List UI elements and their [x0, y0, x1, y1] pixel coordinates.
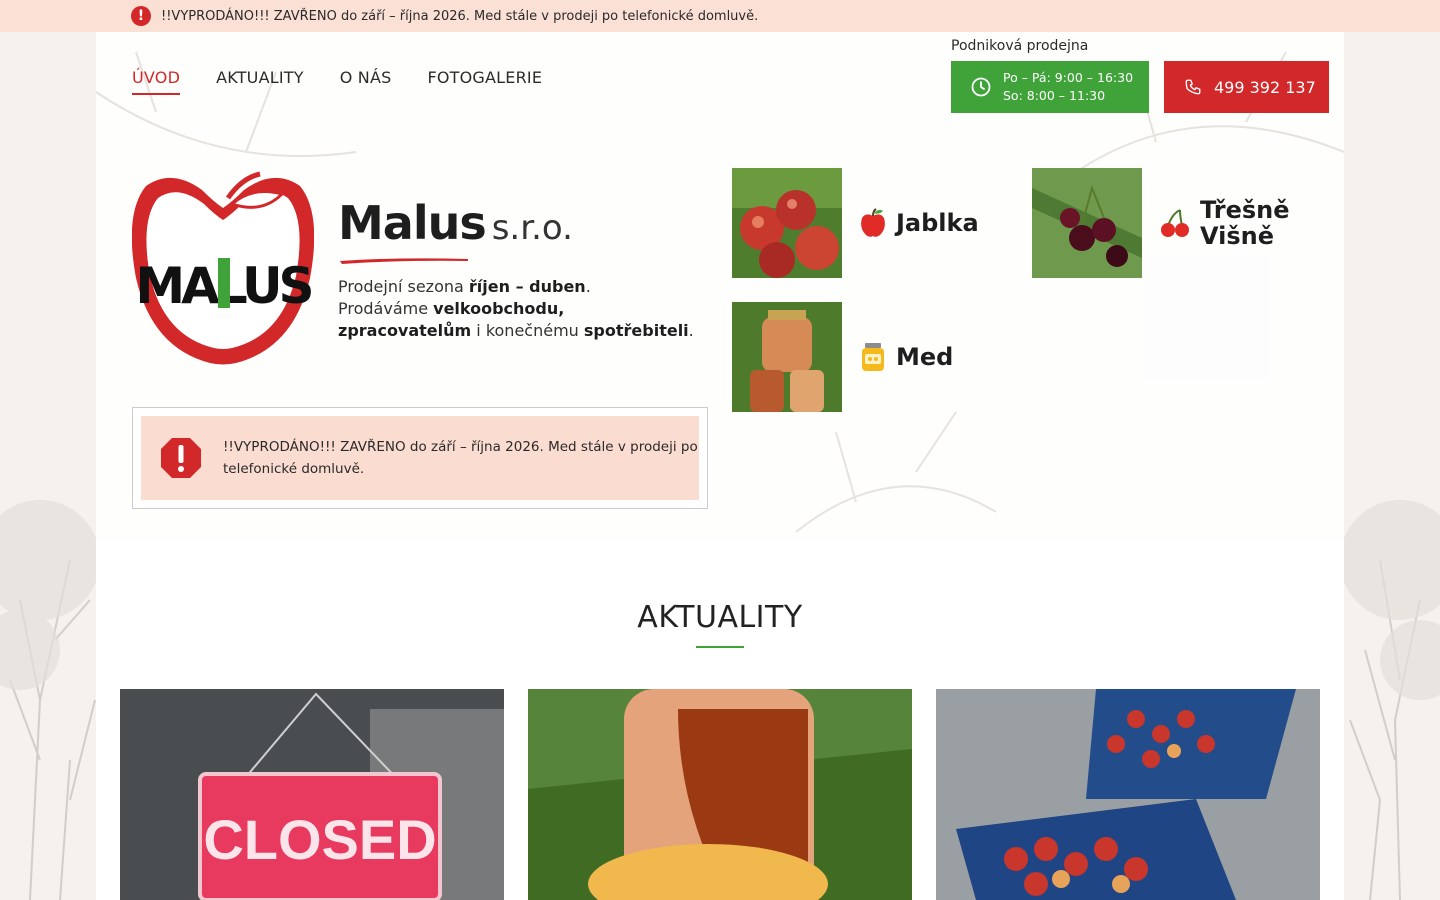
- apple-icon: [861, 208, 885, 237]
- exclamation-circle-icon: !: [131, 6, 151, 26]
- news-card-honey[interactable]: [528, 689, 912, 900]
- cherry-icon: [1161, 209, 1189, 237]
- hours-weekday: Po – Pá: 9:00 – 16:30: [1003, 70, 1134, 85]
- nav-item-uvod[interactable]: ÚVOD: [132, 68, 181, 95]
- season-highlight: říjen – duben: [468, 277, 586, 296]
- section-title-underline: [696, 646, 744, 648]
- nav-item-aktuality[interactable]: AKTUALITY: [216, 68, 304, 95]
- nav-item-o-nas[interactable]: O NÁS: [340, 68, 392, 95]
- news-card-apples[interactable]: [936, 689, 1320, 900]
- section-title-aktuality: AKTUALITY: [637, 600, 803, 635]
- clock-icon: [971, 77, 991, 97]
- phone-icon: [1185, 79, 1201, 95]
- svg-text:CLOSED: CLOSED: [203, 808, 436, 871]
- alert-text: !!VYPRODÁNO!!! ZAVŘENO do září – října 2…: [223, 439, 698, 477]
- top-notice-text: !!VYPRODÁNO!!! ZAVŘENO do září – října 2…: [161, 8, 759, 24]
- closed-sign-photo: CLOSED: [120, 689, 504, 900]
- brand-title: Malus s.r.o.: [338, 196, 573, 250]
- main-nav: ÚVOD AKTUALITY O NÁS FOTOGALERIE: [132, 68, 542, 95]
- exclamation-octagon-icon: [161, 438, 201, 478]
- shop-label: Podniková prodejna: [951, 38, 1089, 54]
- news-card-closed[interactable]: CLOSED: [120, 689, 504, 900]
- sold-out-alert: !!VYPRODÁNO!!! ZAVŘENO do září – října 2…: [132, 407, 708, 509]
- honey-jar-photo: [528, 689, 912, 900]
- product-label-jablka: Jablka: [896, 209, 979, 237]
- hours-saturday: So: 8:00 – 11:30: [1003, 88, 1106, 103]
- phone-button[interactable]: 499 392 137: [1164, 61, 1329, 113]
- opening-hours-button[interactable]: Po – Pá: 9:00 – 16:30 So: 8:00 – 11:30: [951, 61, 1149, 113]
- apples-photo: [732, 168, 842, 278]
- nav-item-fotogalerie[interactable]: FOTOGALERIE: [427, 68, 542, 95]
- phone-number: 499 392 137: [1214, 77, 1316, 97]
- top-notice-bar: ! !!VYPRODÁNO!!! ZAVŘENO do září – října…: [0, 0, 1440, 32]
- honey-jar-icon: [862, 343, 884, 371]
- product-med[interactable]: Med: [732, 302, 953, 412]
- malus-logo[interactable]: MALUS: [132, 168, 314, 368]
- brand-name: Malus: [338, 196, 487, 250]
- brand-suffix: s.r.o.: [491, 208, 573, 248]
- brand-description: Prodejní sezona říjen – duben. Prodáváme…: [338, 277, 694, 340]
- product-tresne-visne[interactable]: Třešně Višně: [1032, 168, 1290, 278]
- cherries-photo: [1032, 168, 1142, 278]
- product-label-tresne: Třešně: [1200, 196, 1290, 224]
- honey-photo: [732, 302, 842, 412]
- product-label-visne: Višně: [1200, 222, 1275, 250]
- product-label-med: Med: [896, 343, 954, 371]
- brand-underline: [340, 258, 468, 264]
- product-jablka[interactable]: Jablka: [732, 168, 979, 278]
- apple-crates-photo: [936, 689, 1320, 900]
